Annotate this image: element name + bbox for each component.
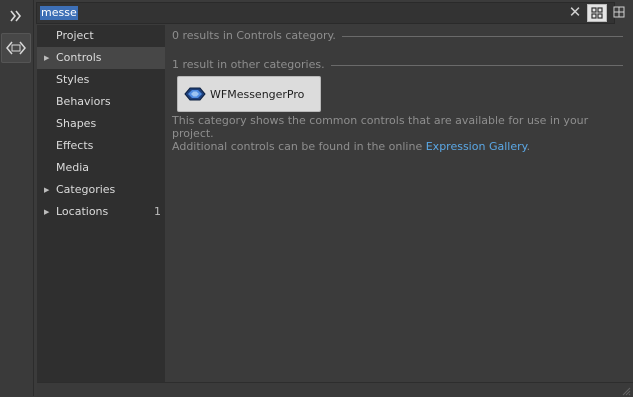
resize-grip-icon[interactable] [621, 386, 631, 396]
sidebar-item-effects[interactable]: Effects [37, 135, 165, 157]
sidebar-item-label: Media [56, 161, 90, 174]
sidebar-item-label: Controls [56, 51, 102, 64]
divider [341, 35, 623, 37]
sidebar-item-media[interactable]: Media [37, 157, 165, 179]
grid-view-icon [591, 7, 603, 19]
description-text: Additional controls can be found in the … [172, 140, 426, 153]
sidebar-item-label: Styles [56, 73, 90, 86]
search-input[interactable] [39, 4, 563, 20]
assets-tab-button[interactable] [1, 33, 31, 63]
expand-arrow-icon[interactable]: ▶ [44, 179, 49, 201]
sidebar-item-project[interactable]: Project [37, 25, 165, 47]
side-toolbar [0, 0, 34, 396]
sidebar-item-label: Behaviors [56, 95, 111, 108]
sidebar-item-label: Shapes [56, 117, 97, 130]
list-view-button[interactable] [610, 4, 628, 20]
sidebar-item-styles[interactable]: Styles [37, 69, 165, 91]
expression-gallery-link[interactable]: Expression Gallery [426, 140, 527, 153]
sidebar-item-count: 1 [154, 205, 161, 218]
category-results-text: 0 results in Controls category. [172, 29, 336, 42]
list-view-icon [613, 6, 625, 18]
sidebar-item-shapes[interactable]: Shapes [37, 113, 165, 135]
description-line-1: This category shows the common controls … [172, 114, 589, 140]
result-item-label: WFMessengerPro [210, 87, 305, 101]
description-suffix: . [526, 140, 531, 153]
sidebar-item-categories[interactable]: ▶ Categories [37, 179, 165, 201]
other-results-header: 1 result in other categories. [172, 58, 623, 71]
sidebar-item-label: Categories [56, 183, 116, 196]
control-icon [184, 87, 206, 101]
category-description: This category shows the common controls … [172, 114, 622, 153]
grid-view-button[interactable] [587, 4, 607, 22]
results-pane: 0 results in Controls category. 1 result… [165, 25, 632, 382]
sidebar-item-locations[interactable]: ▶ Locations 1 [37, 201, 165, 223]
assets-icon [6, 41, 26, 55]
sidebar-item-controls[interactable]: ▶ Controls [37, 47, 165, 69]
sidebar-item-label: Locations [56, 205, 109, 218]
result-item-wfmessengerpro[interactable]: WFMessengerPro [177, 76, 321, 112]
search-bar: ✕ [36, 2, 625, 24]
category-results-header: 0 results in Controls category. [172, 29, 623, 42]
close-icon: ✕ [568, 3, 582, 21]
clear-search-button[interactable]: ✕ [567, 4, 583, 22]
category-sidebar: Project ▶ Controls Styles Behaviors Shap… [37, 25, 165, 382]
expand-panel-button[interactable] [3, 3, 29, 29]
divider [330, 64, 623, 66]
other-results-text: 1 result in other categories. [172, 58, 325, 71]
double-chevron-right-icon [10, 10, 22, 22]
description-line-2: Additional controls can be found in the … [172, 140, 622, 153]
sidebar-item-label: Effects [56, 139, 94, 152]
expand-arrow-icon[interactable]: ▶ [44, 47, 49, 69]
status-bar [37, 382, 633, 397]
sidebar-item-label: Project [56, 29, 94, 42]
expand-arrow-icon[interactable]: ▶ [44, 201, 49, 223]
sidebar-item-behaviors[interactable]: Behaviors [37, 91, 165, 113]
